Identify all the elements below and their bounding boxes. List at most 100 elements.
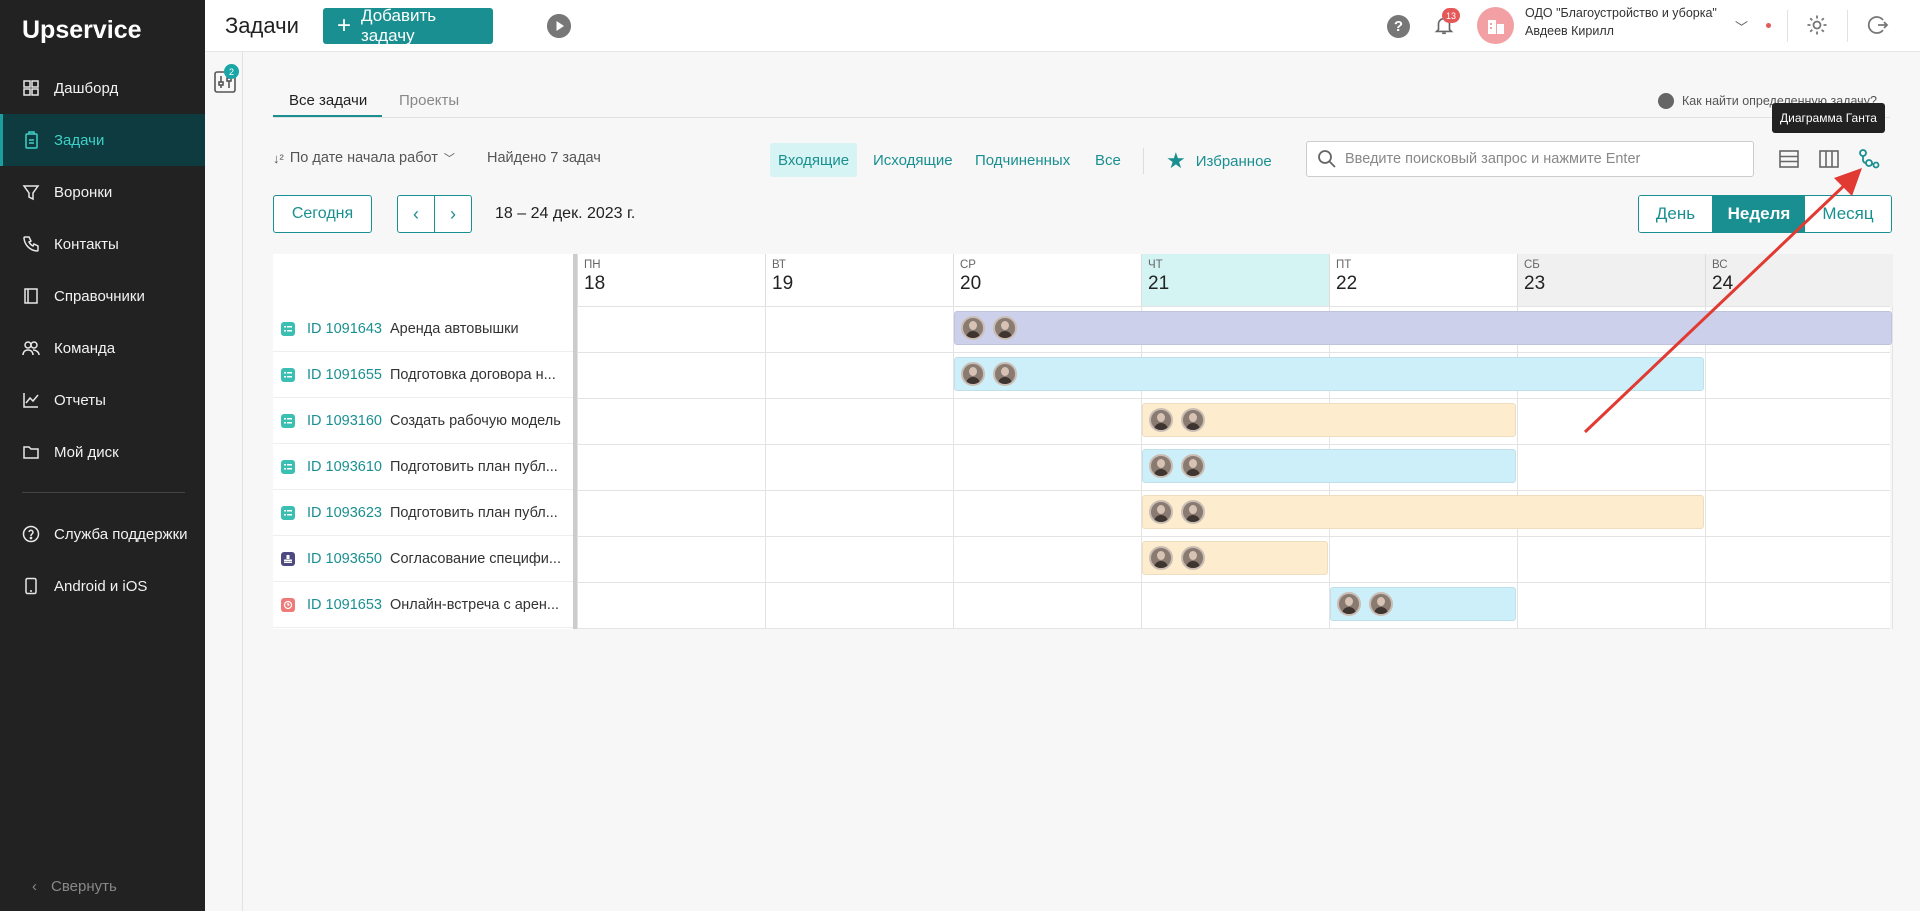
- gantt-task-bar[interactable]: [1142, 495, 1704, 529]
- task-type-list-icon: [281, 459, 295, 474]
- assignee-avatar[interactable]: [1149, 546, 1173, 570]
- sidebar-item-mobile[interactable]: Android и iOS: [0, 560, 205, 612]
- filter-incoming[interactable]: Входящие: [770, 143, 858, 177]
- gantt-tooltip: Диаграмма Ганта: [1772, 103, 1885, 133]
- assignee-avatar[interactable]: [1181, 500, 1205, 524]
- organization-name[interactable]: ОДО "Благоустройство и уборка": [1525, 6, 1717, 20]
- play-video-icon[interactable]: [547, 14, 571, 38]
- kanban-view-icon[interactable]: [1817, 147, 1841, 171]
- tab-projects[interactable]: Проекты: [399, 92, 459, 109]
- today-button[interactable]: Сегодня: [273, 195, 372, 233]
- grid-row-line: [577, 306, 1890, 307]
- task-name[interactable]: Создать рабочую модель: [390, 413, 562, 429]
- scale-week-button[interactable]: Неделя: [1713, 196, 1805, 232]
- user-name[interactable]: Авдеев Кирилл: [1525, 24, 1614, 38]
- add-task-label: Добавить задачу: [361, 6, 437, 45]
- task-type-list-icon: [281, 413, 295, 428]
- search-input[interactable]: [1345, 151, 1745, 167]
- task-id-link[interactable]: ID 1091643: [307, 321, 382, 337]
- list-view-icon[interactable]: [1777, 147, 1801, 171]
- logout-icon[interactable]: [1865, 13, 1889, 37]
- task-id-link[interactable]: ID 1091653: [307, 597, 382, 613]
- assignee-avatar[interactable]: [1149, 454, 1173, 478]
- task-name[interactable]: Подготовка договора н...: [390, 367, 562, 383]
- task-id-link[interactable]: ID 1093623: [307, 505, 382, 521]
- grid-row-line: [577, 628, 1890, 629]
- filter-outgoing[interactable]: Исходящие: [865, 143, 961, 177]
- assignee-avatar[interactable]: [993, 362, 1017, 386]
- grid-row-line: [577, 352, 1890, 353]
- assignee-avatar[interactable]: [961, 362, 985, 386]
- task-row[interactable]: ID 1091653 Онлайн-встреча с арен...: [273, 582, 573, 628]
- help-icon[interactable]: ?: [1387, 15, 1410, 38]
- prev-week-button[interactable]: ‹: [397, 195, 435, 233]
- assignee-avatar[interactable]: [1149, 408, 1173, 432]
- filter-subordinates[interactable]: Подчиненных: [967, 143, 1078, 177]
- task-row[interactable]: ID 1093650 Согласование специфи...: [273, 536, 573, 582]
- gantt-task-bar[interactable]: [1142, 449, 1516, 483]
- task-id-link[interactable]: ID 1091655: [307, 367, 382, 383]
- favorites-label: Избранное: [1195, 152, 1272, 170]
- task-type-list-icon: [281, 321, 295, 336]
- day-date: 20: [960, 273, 982, 294]
- task-row[interactable]: ID 1091643 Аренда автовышки: [273, 306, 573, 352]
- add-task-button[interactable]: + Добавить задачу: [323, 6, 493, 45]
- sidebar-item-label: Справочники: [54, 287, 145, 305]
- gantt-task-bar[interactable]: [954, 357, 1704, 391]
- sidebar-item-team[interactable]: Команда: [0, 322, 205, 374]
- tab-all-tasks[interactable]: Все задачи: [289, 92, 367, 109]
- sidebar-item-help-circle[interactable]: Служба поддержки: [0, 508, 205, 560]
- collapse-sidebar-button[interactable]: ‹ Свернуть: [32, 878, 117, 895]
- task-row[interactable]: ID 1093623 Подготовить план публ...: [273, 490, 573, 536]
- gantt-task-bar[interactable]: [1142, 541, 1328, 575]
- task-name[interactable]: Подготовить план публ...: [390, 505, 562, 521]
- gantt-task-bar[interactable]: [1142, 403, 1516, 437]
- favorites-filter[interactable]: ★ Избранное: [1166, 148, 1272, 174]
- gantt-task-bar[interactable]: [954, 311, 1892, 345]
- sidebar-item-phone[interactable]: Контакты: [0, 218, 205, 270]
- task-name[interactable]: Онлайн-встреча с арен...: [390, 597, 562, 613]
- chevron-down-icon[interactable]: ﹀: [1735, 17, 1748, 36]
- assignee-avatar[interactable]: [1181, 546, 1205, 570]
- chart-icon: [22, 391, 40, 409]
- assignee-avatar[interactable]: [1369, 592, 1393, 616]
- assignee-avatar[interactable]: [1149, 500, 1173, 524]
- task-row[interactable]: ID 1093160 Создать рабочую модель: [273, 398, 573, 444]
- filter-all[interactable]: Все: [1087, 143, 1129, 177]
- sidebar-item-book[interactable]: Справочники: [0, 270, 205, 322]
- gantt-task-bar[interactable]: [1330, 587, 1516, 621]
- task-id-link[interactable]: ID 1093610: [307, 459, 382, 475]
- scale-day-button[interactable]: День: [1639, 196, 1713, 232]
- chevron-right-icon: ›: [450, 203, 456, 224]
- task-id-link[interactable]: ID 1093650: [307, 551, 382, 567]
- task-name[interactable]: Аренда автовышки: [390, 321, 562, 337]
- brand-logo[interactable]: Upservice: [22, 16, 142, 45]
- gear-icon[interactable]: [1805, 13, 1829, 37]
- sidebar-item-tasks[interactable]: Задачи: [0, 114, 205, 166]
- sort-dropdown[interactable]: ↓² По дате начала работ ﹀: [273, 150, 455, 166]
- next-week-button[interactable]: ›: [434, 195, 472, 233]
- gantt-view-icon[interactable]: [1857, 147, 1881, 171]
- toolbar-divider: [1143, 148, 1144, 174]
- task-row[interactable]: ID 1093610 Подготовить план публ...: [273, 444, 573, 490]
- sort-label: По дате начала работ: [289, 150, 438, 166]
- scale-month-button[interactable]: Месяц: [1805, 196, 1891, 232]
- day-date: 22: [1336, 273, 1358, 294]
- task-row[interactable]: ID 1091655 Подготовка договора н...: [273, 352, 573, 398]
- company-avatar[interactable]: [1477, 7, 1514, 44]
- task-name[interactable]: Согласование специфи...: [390, 551, 562, 567]
- sidebar-item-folder[interactable]: Мой диск: [0, 426, 205, 478]
- sidebar-item-funnel[interactable]: Воронки: [0, 166, 205, 218]
- assignee-avatar[interactable]: [1181, 408, 1205, 432]
- assignee-avatar[interactable]: [1181, 454, 1205, 478]
- sidebar-item-chart[interactable]: Отчеты: [0, 374, 205, 426]
- search-box[interactable]: [1306, 141, 1754, 177]
- assignee-avatar[interactable]: [1337, 592, 1361, 616]
- day-name: ПН: [584, 259, 601, 271]
- task-id-link[interactable]: ID 1093160: [307, 413, 382, 429]
- task-name[interactable]: Подготовить план публ...: [390, 459, 562, 475]
- assignee-avatar[interactable]: [961, 316, 985, 340]
- assignee-avatar[interactable]: [993, 316, 1017, 340]
- sidebar-item-label: Отчеты: [54, 391, 106, 409]
- sidebar-item-dashboard[interactable]: Дашборд: [0, 62, 205, 114]
